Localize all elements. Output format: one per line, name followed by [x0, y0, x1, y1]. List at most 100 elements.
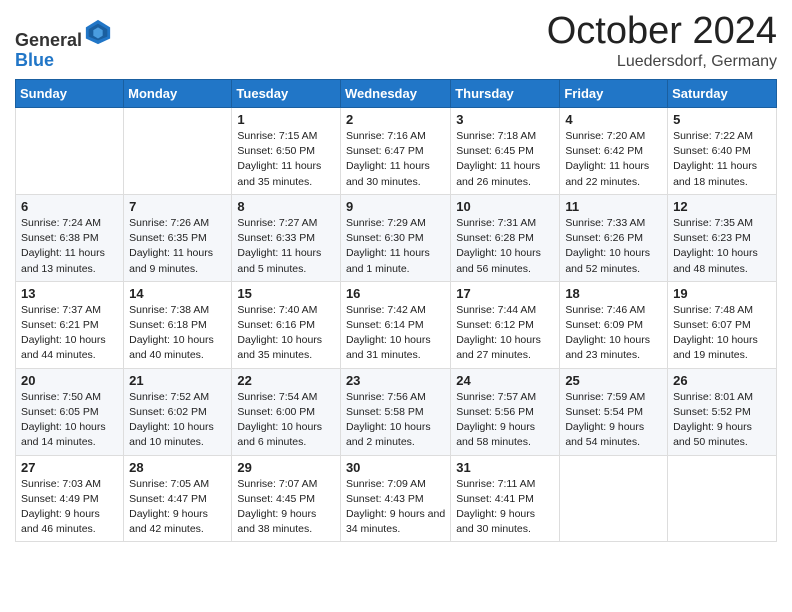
- day-info: Sunrise: 7:37 AMSunset: 6:21 PMDaylight:…: [21, 303, 118, 364]
- day-info: Sunrise: 7:59 AMSunset: 5:54 PMDaylight:…: [565, 390, 662, 451]
- calendar-cell: 31 Sunrise: 7:11 AMSunset: 4:41 PMDayligh…: [451, 455, 560, 542]
- day-info: Sunrise: 7:15 AMSunset: 6:50 PMDaylight:…: [237, 129, 335, 190]
- weekday-header-thursday: Thursday: [451, 80, 560, 108]
- day-info: Sunrise: 7:26 AMSunset: 6:35 PMDaylight:…: [129, 216, 226, 277]
- day-number: 11: [565, 199, 662, 214]
- calendar-cell: 17Sunrise: 7:44 AMSunset: 6:12 PMDayligh…: [451, 281, 560, 368]
- logo-general: General: [15, 30, 82, 50]
- day-number: 24: [456, 373, 554, 388]
- calendar-cell: [560, 455, 668, 542]
- day-number: 30: [346, 460, 445, 475]
- calendar-cell: 26 Sunrise: 8:01 AMSunset: 5:52 PMDayligh…: [668, 368, 777, 455]
- day-info: Sunrise: 7:46 AMSunset: 6:09 PMDaylight:…: [565, 303, 662, 364]
- calendar-cell: 28 Sunrise: 7:05 AMSunset: 4:47 PMDayligh…: [124, 455, 232, 542]
- day-info: Sunrise: 7:05 AMSunset: 4:47 PMDaylight:…: [129, 477, 226, 538]
- day-number: 9: [346, 199, 445, 214]
- day-info: Sunrise: 7:56 AMSunset: 5:58 PMDaylight:…: [346, 390, 445, 451]
- day-number: 20: [21, 373, 118, 388]
- page: General Blue October 2024 Luedersdorf, G…: [0, 0, 792, 557]
- header: General Blue October 2024 Luedersdorf, G…: [15, 10, 777, 71]
- calendar-cell: 18 Sunrise: 7:46 AMSunset: 6:09 PMDayligh…: [560, 281, 668, 368]
- day-number: 22: [237, 373, 335, 388]
- week-row-4: 20Sunrise: 7:50 AMSunset: 6:05 PMDayligh…: [16, 368, 777, 455]
- day-number: 2: [346, 112, 445, 127]
- day-number: 5: [673, 112, 771, 127]
- day-number: 21: [129, 373, 226, 388]
- calendar-cell: 16 Sunrise: 7:42 AMSunset: 6:14 PMDayligh…: [340, 281, 450, 368]
- calendar-cell: 11 Sunrise: 7:33 AMSunset: 6:26 PMDayligh…: [560, 194, 668, 281]
- day-number: 10: [456, 199, 554, 214]
- day-info: Sunrise: 7:16 AMSunset: 6:47 PMDaylight:…: [346, 129, 445, 190]
- calendar-cell: 9 Sunrise: 7:29 AMSunset: 6:30 PMDaylight…: [340, 194, 450, 281]
- day-number: 14: [129, 286, 226, 301]
- calendar-cell: 7 Sunrise: 7:26 AMSunset: 6:35 PMDaylight…: [124, 194, 232, 281]
- day-info: Sunrise: 7:54 AMSunset: 6:00 PMDaylight:…: [237, 390, 335, 451]
- weekday-header-sunday: Sunday: [16, 80, 124, 108]
- calendar-cell: 30 Sunrise: 7:09 AMSunset: 4:43 PMDayligh…: [340, 455, 450, 542]
- day-number: 27: [21, 460, 118, 475]
- day-number: 28: [129, 460, 226, 475]
- calendar-cell: 6Sunrise: 7:24 AMSunset: 6:38 PMDaylight…: [16, 194, 124, 281]
- day-info: Sunrise: 7:29 AMSunset: 6:30 PMDaylight:…: [346, 216, 445, 277]
- weekday-header-saturday: Saturday: [668, 80, 777, 108]
- logo: General Blue: [15, 18, 112, 71]
- calendar-cell: 15 Sunrise: 7:40 AMSunset: 6:16 PMDayligh…: [232, 281, 341, 368]
- logo-icon: [84, 18, 112, 46]
- calendar-cell: 29Sunrise: 7:07 AMSunset: 4:45 PMDayligh…: [232, 455, 341, 542]
- location-title: Luedersdorf, Germany: [547, 53, 777, 71]
- logo-text: General Blue: [15, 18, 112, 71]
- calendar-cell: [124, 108, 232, 195]
- day-number: 4: [565, 112, 662, 127]
- day-info: Sunrise: 7:03 AMSunset: 4:49 PMDaylight:…: [21, 477, 118, 538]
- calendar-cell: 13 Sunrise: 7:37 AMSunset: 6:21 PMDayligh…: [16, 281, 124, 368]
- week-row-2: 6Sunrise: 7:24 AMSunset: 6:38 PMDaylight…: [16, 194, 777, 281]
- calendar-cell: 12 Sunrise: 7:35 AMSunset: 6:23 PMDayligh…: [668, 194, 777, 281]
- day-number: 25: [565, 373, 662, 388]
- day-number: 12: [673, 199, 771, 214]
- day-info: Sunrise: 7:48 AMSunset: 6:07 PMDaylight:…: [673, 303, 771, 364]
- day-number: 17: [456, 286, 554, 301]
- day-number: 1: [237, 112, 335, 127]
- day-number: 16: [346, 286, 445, 301]
- calendar-cell: 22 Sunrise: 7:54 AMSunset: 6:00 PMDayligh…: [232, 368, 341, 455]
- day-info: Sunrise: 7:42 AMSunset: 6:14 PMDaylight:…: [346, 303, 445, 364]
- week-row-5: 27 Sunrise: 7:03 AMSunset: 4:49 PMDayligh…: [16, 455, 777, 542]
- title-block: October 2024 Luedersdorf, Germany: [547, 10, 777, 71]
- day-number: 31: [456, 460, 554, 475]
- day-number: 7: [129, 199, 226, 214]
- weekday-header-row: SundayMondayTuesdayWednesdayThursdayFrid…: [16, 80, 777, 108]
- day-info: Sunrise: 7:18 AMSunset: 6:45 PMDaylight:…: [456, 129, 554, 190]
- week-row-3: 13 Sunrise: 7:37 AMSunset: 6:21 PMDayligh…: [16, 281, 777, 368]
- day-number: 18: [565, 286, 662, 301]
- calendar-cell: [16, 108, 124, 195]
- day-info: Sunrise: 7:40 AMSunset: 6:16 PMDaylight:…: [237, 303, 335, 364]
- calendar-cell: 14 Sunrise: 7:38 AMSunset: 6:18 PMDayligh…: [124, 281, 232, 368]
- calendar-cell: [668, 455, 777, 542]
- day-info: Sunrise: 7:31 AMSunset: 6:28 PMDaylight:…: [456, 216, 554, 277]
- day-number: 3: [456, 112, 554, 127]
- day-info: Sunrise: 7:09 AMSunset: 4:43 PMDaylight:…: [346, 477, 445, 538]
- day-info: Sunrise: 7:11 AMSunset: 4:41 PMDaylight:…: [456, 477, 554, 538]
- calendar-cell: 20Sunrise: 7:50 AMSunset: 6:05 PMDayligh…: [16, 368, 124, 455]
- weekday-header-friday: Friday: [560, 80, 668, 108]
- day-info: Sunrise: 8:01 AMSunset: 5:52 PMDaylight:…: [673, 390, 771, 451]
- calendar-cell: 5Sunrise: 7:22 AMSunset: 6:40 PMDaylight…: [668, 108, 777, 195]
- day-number: 26: [673, 373, 771, 388]
- day-number: 8: [237, 199, 335, 214]
- calendar-cell: 25 Sunrise: 7:59 AMSunset: 5:54 PMDayligh…: [560, 368, 668, 455]
- week-row-1: 1 Sunrise: 7:15 AMSunset: 6:50 PMDaylight…: [16, 108, 777, 195]
- day-info: Sunrise: 7:33 AMSunset: 6:26 PMDaylight:…: [565, 216, 662, 277]
- day-info: Sunrise: 7:38 AMSunset: 6:18 PMDaylight:…: [129, 303, 226, 364]
- calendar-cell: 23Sunrise: 7:56 AMSunset: 5:58 PMDayligh…: [340, 368, 450, 455]
- day-info: Sunrise: 7:35 AMSunset: 6:23 PMDaylight:…: [673, 216, 771, 277]
- day-info: Sunrise: 7:24 AMSunset: 6:38 PMDaylight:…: [21, 216, 118, 277]
- day-info: Sunrise: 7:27 AMSunset: 6:33 PMDaylight:…: [237, 216, 335, 277]
- calendar-cell: 21 Sunrise: 7:52 AMSunset: 6:02 PMDayligh…: [124, 368, 232, 455]
- calendar-cell: 1 Sunrise: 7:15 AMSunset: 6:50 PMDaylight…: [232, 108, 341, 195]
- day-number: 13: [21, 286, 118, 301]
- day-info: Sunrise: 7:52 AMSunset: 6:02 PMDaylight:…: [129, 390, 226, 451]
- day-number: 15: [237, 286, 335, 301]
- day-number: 29: [237, 460, 335, 475]
- calendar-cell: 3 Sunrise: 7:18 AMSunset: 6:45 PMDaylight…: [451, 108, 560, 195]
- calendar-cell: 2 Sunrise: 7:16 AMSunset: 6:47 PMDaylight…: [340, 108, 450, 195]
